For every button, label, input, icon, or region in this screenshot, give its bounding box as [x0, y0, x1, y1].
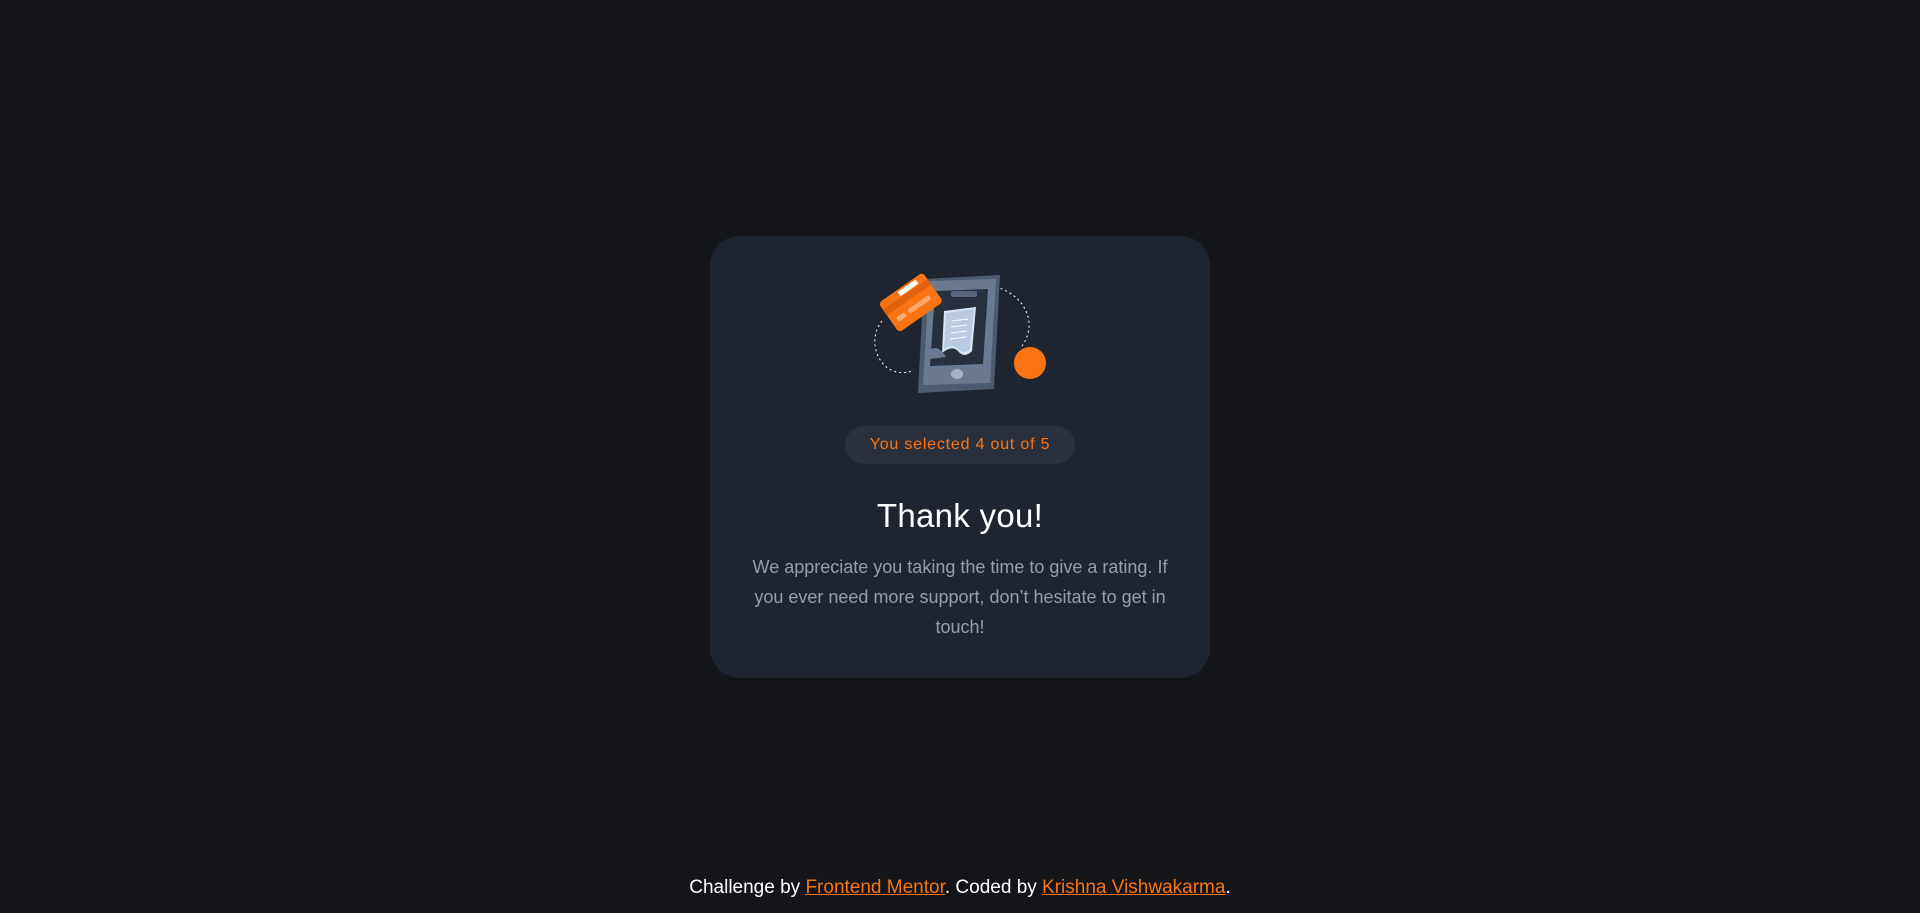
thank-you-message: We appreciate you taking the time to giv… [752, 557, 1168, 637]
attribution-middle: . Coded by [944, 877, 1043, 898]
attribution-prefix: Challenge by [689, 877, 806, 898]
frontend-mentor-link[interactable]: Frontend Mentor [805, 877, 944, 898]
author-link[interactable]: Krishna Vishwakarma [1042, 877, 1225, 898]
attribution-suffix: . [1225, 877, 1231, 898]
rating-selection-badge: You selected 4 out of 5 [845, 426, 1075, 464]
thank-you-card: You selected 4 out of 5 Thank you! We ap… [710, 236, 1210, 678]
thank-you-heading: Thank you! [876, 497, 1044, 534]
phone-receipt-illustration-icon [874, 273, 1046, 393]
attribution: Challenge by Frontend Mentor. Coded by K… [0, 875, 1920, 901]
